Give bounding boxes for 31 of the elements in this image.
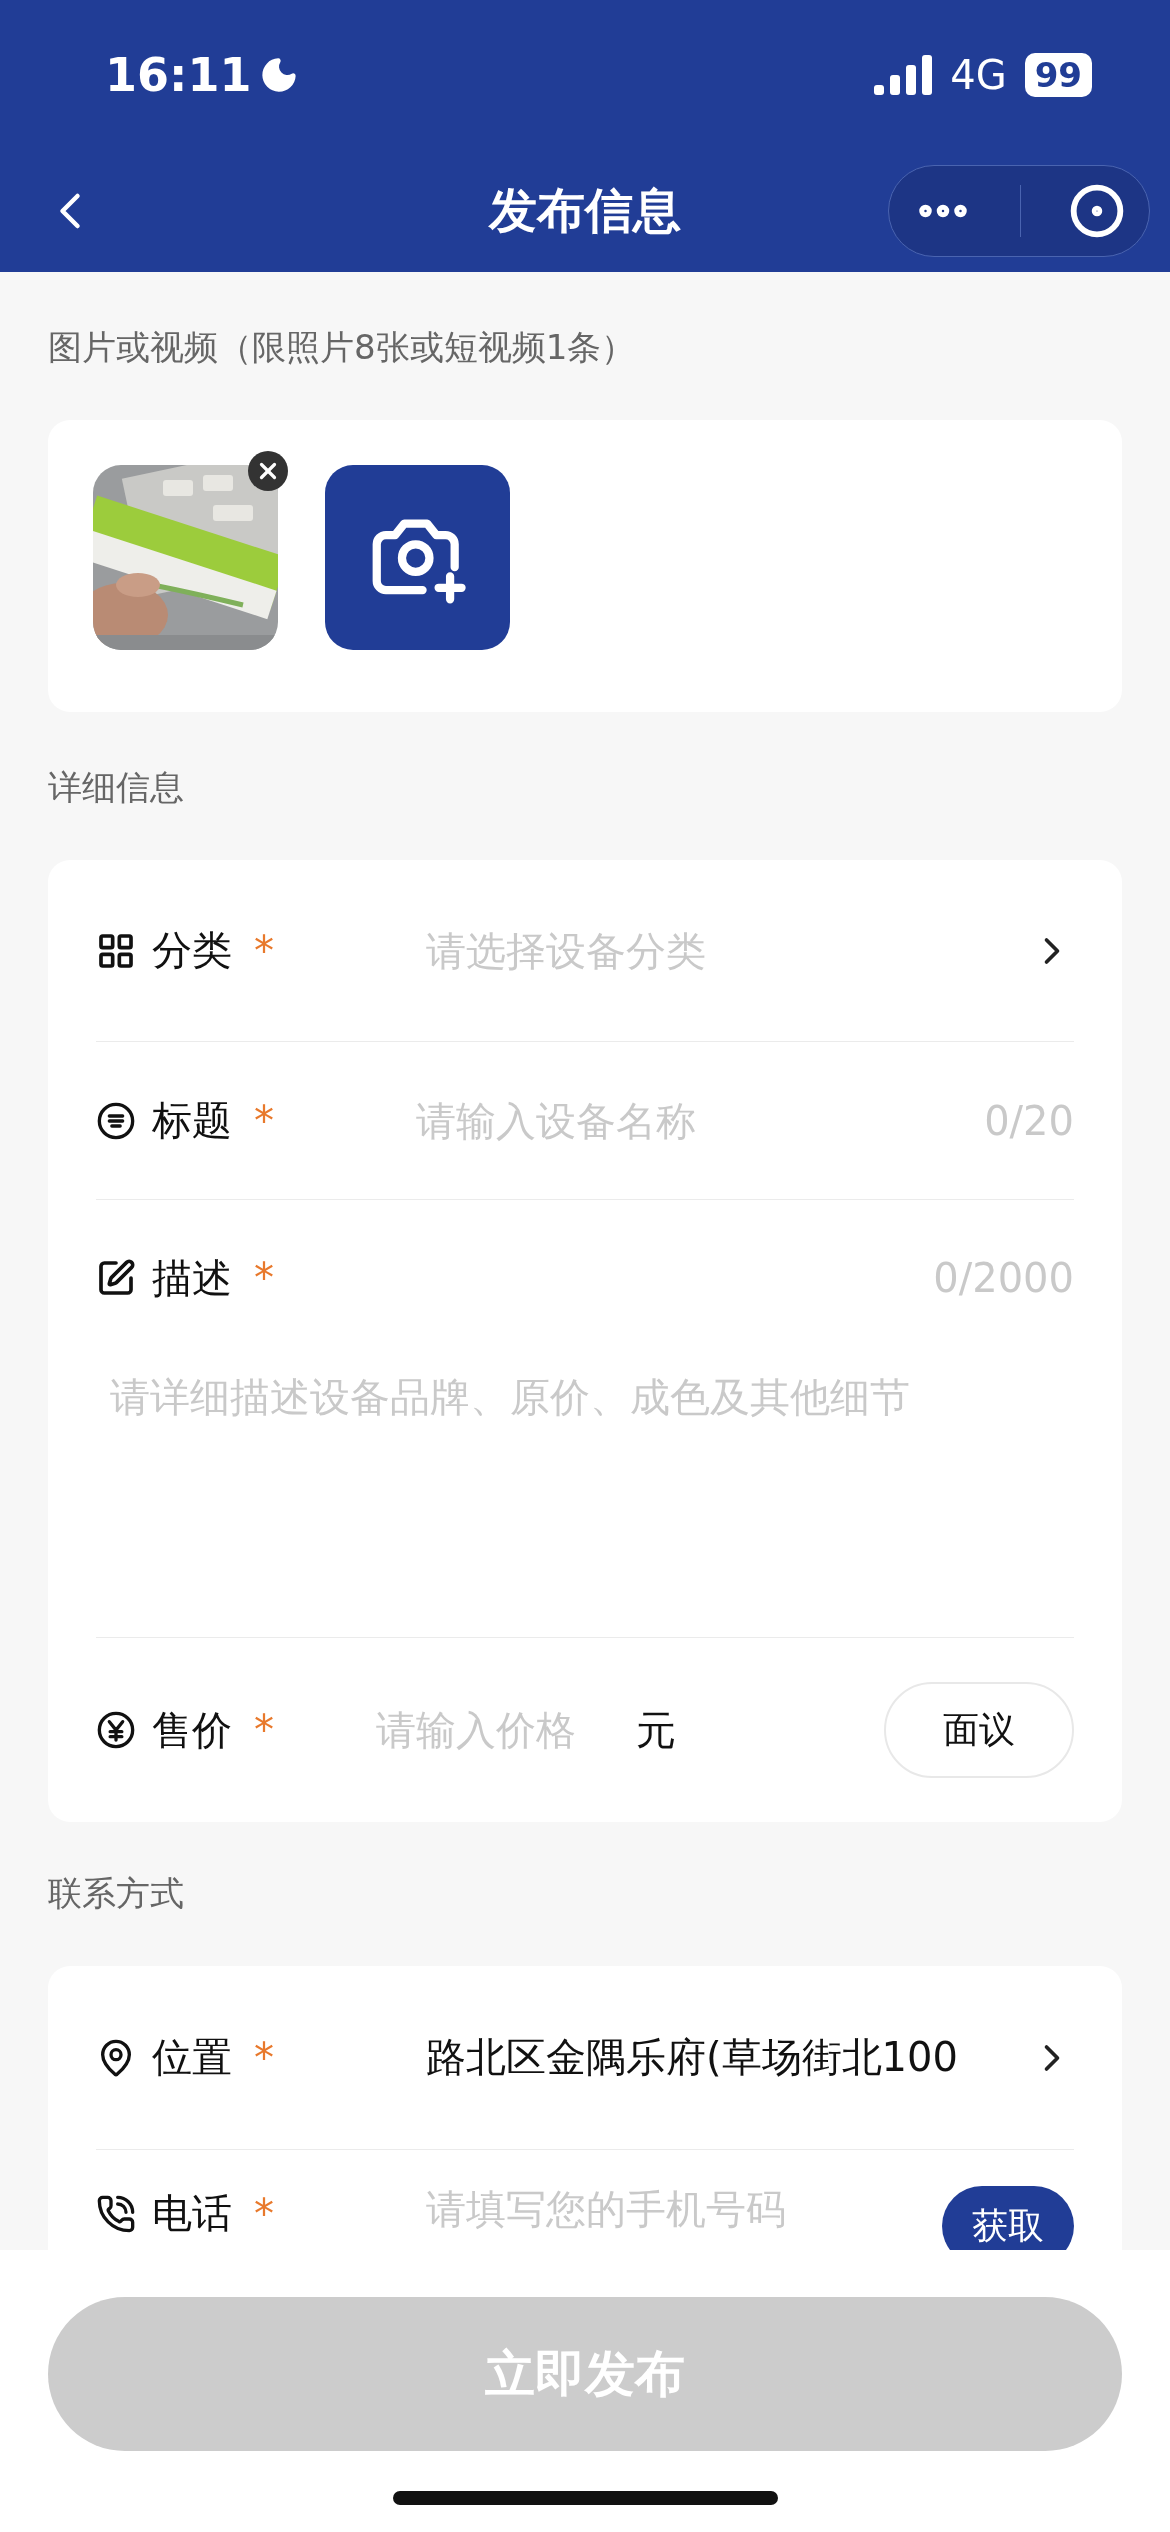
section-label: 图片或视频（限照片8张或短视频1条） [48,326,637,369]
location-value: 路北区金隅乐府(草场街北100 [426,2033,959,2082]
section-label: 联系方式 [48,1872,185,1915]
network-type: 4G [950,52,1007,98]
field-label: 标题 [152,1096,232,1145]
required-mark: * [254,2190,274,2237]
required-mark: * [254,927,274,974]
phone-icon [96,2193,136,2234]
add-photo-button[interactable] [325,465,510,650]
field-label: 位置 [152,2033,232,2082]
field-label: 电话 [152,2189,232,2238]
currency-unit: 元 [636,1705,676,1755]
remove-button[interactable] [248,451,288,491]
field-label: 描述 [152,1253,232,1303]
status-time: 16:11 [105,48,252,102]
page-title: 发布信息 [489,181,681,240]
required-mark: * [254,1255,274,1301]
required-mark: * [254,1097,274,1144]
lines-icon [96,1100,136,1141]
required-mark: * [254,2034,274,2081]
close-target-icon[interactable] [1069,183,1126,239]
yuan-icon [96,1710,136,1750]
negotiable-button[interactable]: 面议 [884,1682,1074,1778]
battery-level: 99 [1024,53,1092,97]
field-label: 分类 [152,926,232,975]
required-mark: * [254,1707,274,1753]
signal-icon [874,55,933,95]
edit-icon [96,1258,136,1298]
get-number-button[interactable]: 获取 [942,2186,1074,2250]
field-label: 售价 [152,1705,232,1755]
section-label: 详细信息 [48,766,185,809]
